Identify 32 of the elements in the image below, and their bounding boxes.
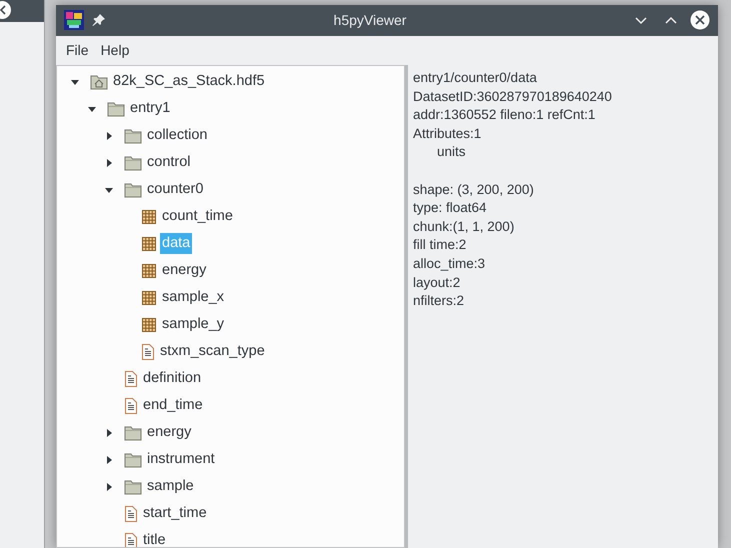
tree-item[interactable]: energy: [160, 260, 208, 282]
info-text: addr:1360552 fileno:1 refCnt:1: [413, 106, 596, 124]
tree-item[interactable]: sample_x: [160, 286, 226, 308]
tree-item[interactable]: 82k_SC_as_Stack.hdf5: [111, 70, 267, 92]
tree-item[interactable]: count_time: [160, 206, 235, 228]
tree-item[interactable]: collection: [145, 124, 210, 146]
tree-item[interactable]: entry1: [128, 98, 172, 120]
info-text: alloc_time:3: [413, 255, 486, 274]
tree-item[interactable]: stxm_scan_type: [158, 340, 267, 362]
tree-item[interactable]: start_time: [141, 502, 209, 524]
info-text: type: float64: [413, 199, 488, 218]
attribute-name: units: [437, 144, 466, 160]
tree-item[interactable]: title: [141, 530, 168, 547]
info-text: nfilters:2: [413, 292, 466, 310]
tree-item[interactable]: sample_y: [160, 314, 226, 336]
info-text: entry1/counter0/data: [413, 69, 538, 88]
tree-item[interactable]: instrument: [145, 448, 217, 470]
menu-item[interactable]: File: [60, 40, 95, 61]
info-text: Attributes:1: [413, 124, 482, 143]
tree-item[interactable]: sample: [145, 476, 196, 498]
info-text: DatasetID:360287970189640240: [413, 88, 613, 106]
tree-item[interactable]: definition: [141, 368, 204, 390]
menu-item[interactable]: Help: [94, 40, 136, 61]
tree-item[interactable]: counter0: [145, 178, 206, 200]
window-title: h5pyViewer: [332, 10, 408, 30]
info-text: fill time:2: [413, 236, 468, 254]
tree-item[interactable]: control: [145, 152, 193, 174]
info-text: layout:2: [413, 274, 462, 292]
info-text: shape: (3, 200, 200): [413, 180, 535, 199]
tree-item[interactable]: end_time: [141, 394, 205, 416]
info-text: chunk:(1, 1, 200): [413, 218, 516, 236]
tree-item[interactable]: energy: [145, 422, 194, 444]
